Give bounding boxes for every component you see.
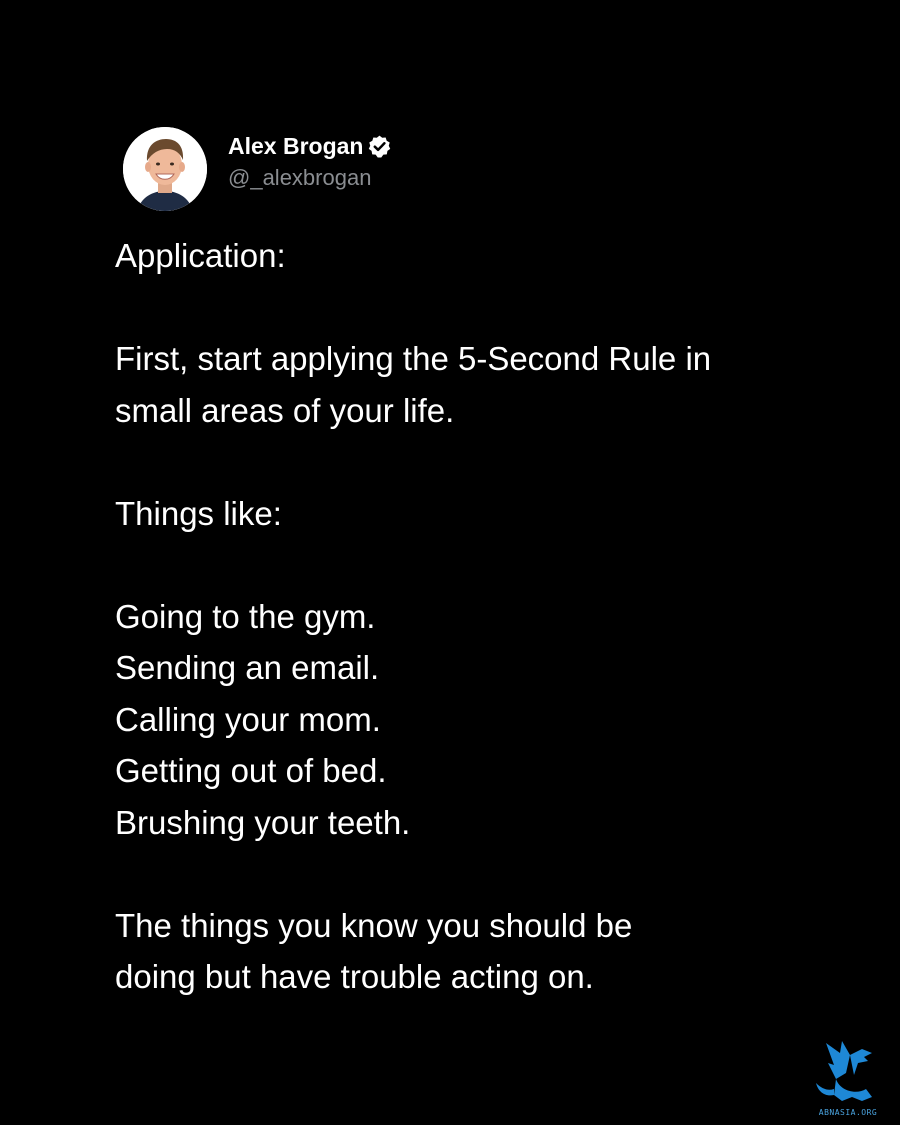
watermark-text: ABNASIA.ORG — [818, 1108, 878, 1117]
tweet-body: Application: First, start applying the 5… — [115, 230, 815, 1003]
griffin-logo-icon — [816, 1041, 872, 1101]
tweet-line: First, start applying the 5-Second Rule … — [115, 340, 712, 377]
tweet-line: Sending an email. — [115, 649, 380, 686]
tweet-line: Application: — [115, 237, 286, 274]
author-handle[interactable]: @_alexbrogan — [228, 163, 392, 193]
tweet-line: Brushing your teeth. — [115, 803, 411, 841]
tweet-line: doing but have trouble acting on. — [115, 958, 594, 995]
tweet-line: Things like: — [115, 494, 282, 532]
tweet-line: small areas of your life. — [115, 391, 455, 429]
tweet-line: The things you know you should be — [115, 906, 633, 944]
verified-badge-icon — [367, 134, 392, 159]
avatar[interactable] — [123, 127, 207, 211]
tweet-line: Calling your mom. — [115, 700, 381, 738]
watermark: ABNASIA.ORG — [806, 1035, 890, 1117]
author-name[interactable]: Alex Brogan — [228, 131, 363, 161]
author-name-row: Alex Brogan — [228, 131, 392, 161]
tweet-header: Alex Brogan @_alexbrogan — [123, 127, 392, 211]
avatar-photo — [123, 127, 207, 211]
tweet-line: Getting out of bed. — [115, 752, 387, 789]
tweet-line: Going to the gym. — [115, 597, 376, 635]
author-info: Alex Brogan @_alexbrogan — [228, 131, 392, 193]
